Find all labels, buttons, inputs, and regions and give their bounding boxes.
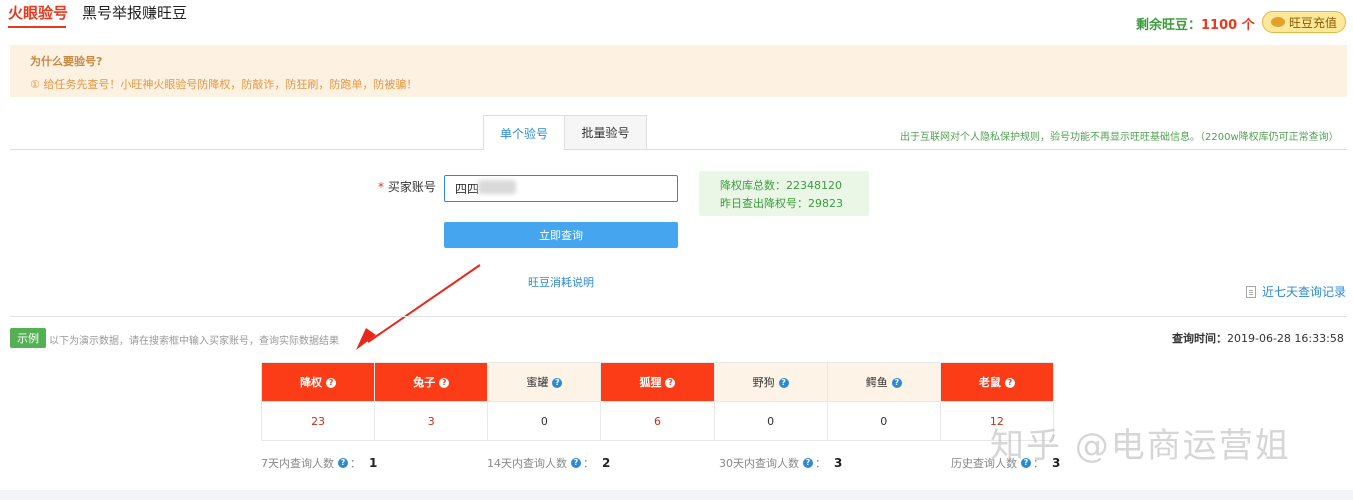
count-value: 1 — [369, 456, 378, 470]
redacted-account-mask — [478, 180, 516, 194]
result-label: 鳄鱼 — [865, 376, 888, 389]
result-value: 23 — [260, 401, 376, 441]
result-label: 老鼠 — [978, 376, 1001, 389]
stats-box: 降权库总数：22348120 昨日查出降权号：29823 — [699, 171, 869, 216]
count-7day: 7天内查询人数?： 1 — [261, 456, 378, 470]
bean-balance: 剩余旺豆：1100 个 — [1136, 14, 1255, 33]
result-header-cell: 老鼠? — [939, 362, 1055, 402]
count-label: 30天内查询人数 — [719, 457, 799, 470]
query-button[interactable]: 立即查询 — [444, 222, 678, 248]
result-label: 降权 — [300, 376, 323, 389]
count-14day: 14天内查询人数?： 2 — [487, 456, 611, 470]
tab-single-check[interactable]: 单个验号 — [483, 115, 565, 150]
balance-label: 剩余旺豆： — [1136, 18, 1202, 33]
query-time: 查询时间：2019-06-28 16:33:58 — [1172, 330, 1344, 346]
result-value-row: 23 3 0 6 0 0 12 — [260, 401, 1055, 441]
result-value: 0 — [487, 401, 602, 441]
notice-title: 为什么要验号? — [30, 55, 103, 68]
count-value: 2 — [602, 456, 611, 470]
notice-text: ① 给任务先查号！小旺神火眼验号防降权，防敲诈，防狂刷，防跑单，防被骗！ — [30, 78, 418, 91]
watermark: 知乎 @电商运营姐 — [990, 426, 1291, 466]
recharge-button[interactable]: 旺豆充值 — [1262, 11, 1346, 33]
result-header-cell: 狐狸? — [600, 362, 715, 402]
tab-huoyan-check[interactable]: 火眼验号 — [8, 2, 68, 23]
count-label: 7天内查询人数 — [261, 457, 334, 470]
tab-report-earn-beans[interactable]: 黑号举报赚旺豆 — [82, 2, 187, 23]
result-value: 0 — [826, 401, 941, 441]
balance-value: 1100 个 — [1201, 18, 1255, 33]
help-icon[interactable]: ? — [326, 378, 337, 388]
count-value: 3 — [834, 456, 843, 470]
required-mark: * — [378, 180, 384, 194]
result-table: 降权? 兔子? 蜜罐? 狐狸? 野狗? 鳄鱼? 老鼠? 23 3 0 6 0 0… — [260, 362, 1055, 441]
result-header-cell: 降权? — [260, 362, 376, 402]
stats-total: 降权库总数：22348120 — [720, 179, 842, 192]
tab-batch-check[interactable]: 批量验号 — [564, 115, 647, 150]
tab-divider — [10, 149, 1347, 150]
count-label: 14天内查询人数 — [487, 457, 567, 470]
active-tab-underline — [8, 26, 66, 28]
result-value: 3 — [374, 401, 489, 441]
result-label: 狐狸 — [639, 376, 662, 389]
help-icon[interactable]: ? — [665, 378, 676, 388]
account-label: * 买家账号 — [378, 178, 436, 195]
help-icon[interactable]: ? — [338, 458, 348, 468]
query-time-label: 查询时间： — [1172, 332, 1227, 345]
count-30day: 30天内查询人数?： 3 — [719, 456, 843, 470]
privacy-note: 出于互联网对个人隐私保护规则，验号功能不再显示旺旺基础信息。（2200w降权库仍… — [900, 132, 1339, 143]
section-divider — [10, 316, 1347, 317]
result-label: 兔子 — [413, 376, 436, 389]
arrow-shaft — [367, 264, 481, 343]
help-icon[interactable]: ? — [778, 378, 789, 388]
result-value: 0 — [713, 401, 828, 441]
bean-cost-link[interactable]: 旺豆消耗说明 — [528, 274, 594, 290]
example-text: 以下为演示数据，请在搜索框中输入买家账号，查询实际数据结果 — [49, 336, 339, 347]
bottom-bar — [0, 490, 1353, 500]
help-icon[interactable]: ? — [803, 458, 813, 468]
document-icon — [1246, 285, 1256, 298]
red-arrow-annotation — [356, 264, 481, 350]
history-link[interactable]: 近七天查询记录 — [1246, 283, 1346, 300]
result-header-cell: 鳄鱼? — [826, 362, 941, 402]
example-badge: 示例 — [10, 328, 46, 348]
query-time-value: 2019-06-28 16:33:58 — [1227, 332, 1344, 345]
help-icon[interactable]: ? — [571, 458, 581, 468]
help-icon[interactable]: ? — [1004, 378, 1015, 388]
result-header-cell: 野狗? — [713, 362, 828, 402]
result-header-row: 降权? 兔子? 蜜罐? 狐狸? 野狗? 鳄鱼? 老鼠? — [260, 362, 1055, 402]
result-header-cell: 蜜罐? — [487, 362, 602, 402]
result-header-cell: 兔子? — [374, 362, 489, 402]
bean-icon — [1270, 17, 1285, 27]
help-icon[interactable]: ? — [552, 378, 563, 388]
help-icon[interactable]: ? — [891, 378, 902, 388]
result-value: 6 — [600, 401, 715, 441]
result-label: 蜜罐 — [526, 376, 549, 389]
help-icon[interactable]: ? — [439, 378, 450, 388]
stats-yesterday: 昨日查出降权号：29823 — [720, 197, 843, 210]
result-label: 野狗 — [752, 376, 775, 389]
account-label-text: 买家账号 — [387, 180, 436, 194]
recharge-label: 旺豆充值 — [1288, 15, 1337, 30]
history-link-label: 近七天查询记录 — [1262, 285, 1347, 299]
